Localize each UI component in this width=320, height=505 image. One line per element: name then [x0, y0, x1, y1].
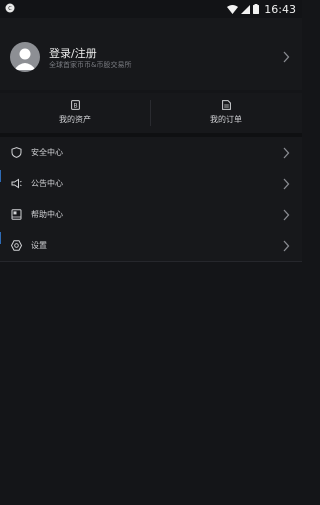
user-icon: [14, 48, 36, 70]
document-icon: [222, 100, 231, 110]
shield-icon: [11, 147, 22, 158]
chevron-right-icon: [283, 147, 290, 159]
edge-indicator: [0, 232, 1, 244]
menu-item-help-center[interactable]: 帮助中心: [0, 199, 302, 231]
my-orders-button[interactable]: 我的订单: [151, 93, 301, 133]
notification-icon: C: [5, 3, 15, 13]
login-subtitle: 全球首家币币&币股交易所: [49, 61, 132, 69]
megaphone-icon: [11, 178, 22, 189]
chevron-right-icon: [283, 209, 290, 221]
login-entry[interactable]: 登录/注册 全球首家币币&币股交易所: [0, 18, 302, 90]
book-icon: [11, 209, 22, 220]
menu-item-security-center[interactable]: 安全中心: [0, 137, 302, 169]
edge-indicator: [0, 170, 1, 182]
signal-icon: [241, 4, 251, 14]
status-bar: C 16:43: [0, 0, 302, 18]
svg-text:B: B: [73, 103, 77, 110]
chevron-right-icon: [283, 240, 290, 252]
chevron-right-icon: [283, 178, 290, 190]
status-time: 16:43: [264, 2, 296, 16]
quick-actions: B 我的资产 我的订单: [0, 93, 302, 133]
avatar[interactable]: [10, 42, 40, 72]
battery-icon: [253, 4, 260, 14]
menu-item-settings[interactable]: 设置: [0, 230, 302, 262]
menu-item-label: 帮助中心: [31, 210, 63, 219]
menu-item-label: 公告中心: [31, 179, 63, 188]
menu-item-label: 设置: [31, 241, 47, 250]
svg-text:C: C: [8, 6, 12, 12]
wallet-icon: B: [71, 100, 80, 110]
wifi-icon: [227, 4, 239, 14]
login-title[interactable]: 登录/注册: [49, 45, 97, 61]
settings-icon: [11, 240, 22, 251]
my-assets-label: 我的资产: [59, 115, 91, 124]
menu-item-label: 安全中心: [31, 148, 63, 157]
my-orders-label: 我的订单: [210, 115, 242, 124]
menu-item-announcement-center[interactable]: 公告中心: [0, 168, 302, 200]
chevron-right-icon: [283, 51, 290, 63]
my-assets-button[interactable]: B 我的资产: [0, 93, 150, 133]
